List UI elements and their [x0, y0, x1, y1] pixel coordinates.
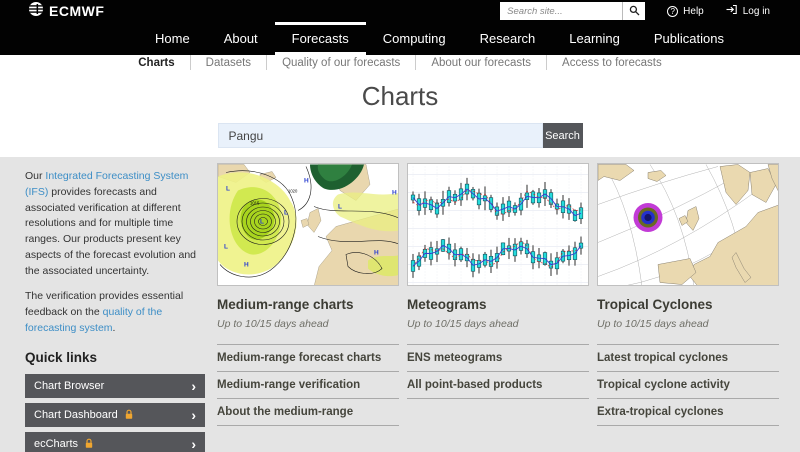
site-search-input[interactable] — [500, 2, 622, 20]
link-medium-range-forecast-charts[interactable]: Medium-range forecast charts — [217, 345, 399, 372]
charts-overview-section: Our Integrated Forecasting System (IFS) … — [0, 157, 800, 452]
lock-icon — [124, 409, 134, 420]
svg-text:1020: 1020 — [288, 189, 298, 194]
svg-text:L: L — [338, 204, 342, 211]
magnifier-icon — [629, 4, 640, 19]
meteograms-thumbnail[interactable] — [407, 163, 589, 286]
logo-text: ECMWF — [49, 3, 104, 19]
intro-text: provides forecasts and associated verifi… — [25, 186, 196, 277]
chevron-right-icon: › — [191, 408, 196, 422]
charts-search-input[interactable] — [218, 123, 543, 148]
card-subtitle: Up to 10/15 days ahead — [407, 318, 589, 330]
ecmwf-globe-icon — [28, 1, 44, 22]
help-label: Help — [683, 6, 704, 17]
chevron-right-icon: › — [191, 379, 196, 393]
divider — [415, 55, 416, 70]
svg-text:H: H — [374, 250, 379, 257]
medium-range-thumbnail[interactable]: L L L H H L H H L 1020 1015 — [217, 163, 399, 286]
site-search-button[interactable] — [622, 2, 645, 20]
ecmwf-logo[interactable]: ECMWF — [28, 1, 104, 22]
card-subtitle: Up to 10/15 days ahead — [597, 318, 779, 330]
tropical-cyclones-thumbnail[interactable] — [597, 163, 779, 286]
quick-link-label: Chart Dashboard — [34, 409, 118, 421]
login-label: Log in — [743, 6, 770, 17]
subnav-item-charts[interactable]: Charts — [138, 57, 174, 69]
card-medium-range: L L L H H L H H L 1020 1015 — [217, 163, 399, 452]
forecasts-subnav: Charts Datasets Quality of our forecasts… — [0, 55, 800, 70]
quick-link-eccharts[interactable]: ecCharts › — [25, 432, 205, 452]
nav-item-home[interactable]: Home — [138, 22, 207, 55]
intro-paragraph-1: Our Integrated Forecasting System (IFS) … — [25, 169, 205, 279]
charts-search-bar: Search — [0, 123, 800, 148]
divider — [546, 55, 547, 70]
sidebar: Our Integrated Forecasting System (IFS) … — [25, 163, 205, 452]
svg-text:L: L — [284, 210, 288, 217]
svg-text:L: L — [224, 244, 228, 251]
quick-link-label: ecCharts — [34, 438, 78, 450]
card-meteograms: Meteograms Up to 10/15 days ahead ENS me… — [407, 163, 589, 452]
chevron-right-icon: › — [191, 437, 196, 451]
quick-links-heading: Quick links — [25, 350, 205, 365]
meteogram-image — [408, 164, 589, 286]
card-title: Tropical Cyclones — [597, 297, 779, 312]
link-tropical-cyclone-activity[interactable]: Tropical cyclone activity — [597, 372, 779, 399]
lock-icon — [84, 438, 94, 449]
intro-text: Our — [25, 170, 45, 182]
pressure-map-image: L L L H H L H H L 1020 1015 — [218, 164, 399, 286]
login-link[interactable]: Log in — [726, 4, 770, 18]
card-link-list: ENS meteograms All point-based products — [407, 344, 589, 399]
nav-item-about[interactable]: About — [207, 22, 275, 55]
svg-text:1015: 1015 — [250, 201, 260, 206]
link-extra-tropical-cyclones[interactable]: Extra-tropical cyclones — [597, 399, 779, 426]
divider — [190, 55, 191, 70]
subnav-item-about-forecasts[interactable]: About our forecasts — [431, 57, 531, 69]
card-title: Medium-range charts — [217, 297, 399, 312]
nav-item-learning[interactable]: Learning — [552, 22, 637, 55]
card-link-list: Medium-range forecast charts Medium-rang… — [217, 344, 399, 426]
svg-text:H: H — [392, 190, 397, 197]
quick-link-chart-dashboard[interactable]: Chart Dashboard › — [25, 403, 205, 427]
nav-item-computing[interactable]: Computing — [366, 22, 463, 55]
intro-text: . — [113, 322, 116, 334]
login-icon — [726, 4, 738, 18]
card-tropical-cyclones: Tropical Cyclones Up to 10/15 days ahead… — [597, 163, 779, 452]
link-about-the-medium-range[interactable]: About the medium-range — [217, 399, 399, 426]
intro-paragraph-2: The verification provides essential feed… — [25, 289, 205, 336]
svg-text:L: L — [260, 219, 264, 226]
svg-text:L: L — [226, 186, 230, 193]
subnav-item-datasets[interactable]: Datasets — [206, 57, 251, 69]
svg-text:H: H — [244, 262, 249, 269]
cyclone-map-image — [598, 164, 779, 286]
card-title: Meteograms — [407, 297, 589, 312]
link-ens-meteograms[interactable]: ENS meteograms — [407, 345, 589, 372]
card-subtitle: Up to 10/15 days ahead — [217, 318, 399, 330]
subnav-item-quality[interactable]: Quality of our forecasts — [282, 57, 400, 69]
link-all-point-based-products[interactable]: All point-based products — [407, 372, 589, 399]
quick-link-label: Chart Browser — [34, 380, 104, 392]
subnav-item-access[interactable]: Access to forecasts — [562, 57, 662, 69]
help-link[interactable]: ? Help — [667, 6, 704, 17]
link-latest-tropical-cyclones[interactable]: Latest tropical cyclones — [597, 345, 779, 372]
nav-item-publications[interactable]: Publications — [637, 22, 741, 55]
chart-category-cards: L L L H H L H H L 1020 1015 — [217, 163, 779, 452]
main-navigation: Home About Forecasts Computing Research … — [0, 22, 800, 55]
svg-text:H: H — [304, 178, 309, 185]
charts-search-button[interactable]: Search — [543, 123, 583, 148]
link-medium-range-verification[interactable]: Medium-range verification — [217, 372, 399, 399]
divider — [266, 55, 267, 70]
card-link-list: Latest tropical cyclones Tropical cyclon… — [597, 344, 779, 426]
nav-item-forecasts[interactable]: Forecasts — [275, 22, 366, 55]
nav-item-research[interactable]: Research — [463, 22, 553, 55]
page-title: Charts — [0, 81, 800, 112]
quick-link-chart-browser[interactable]: Chart Browser › — [25, 374, 205, 398]
site-search — [500, 2, 645, 20]
site-header: ECMWF ? Help — [0, 0, 800, 55]
help-icon: ? — [667, 6, 678, 17]
